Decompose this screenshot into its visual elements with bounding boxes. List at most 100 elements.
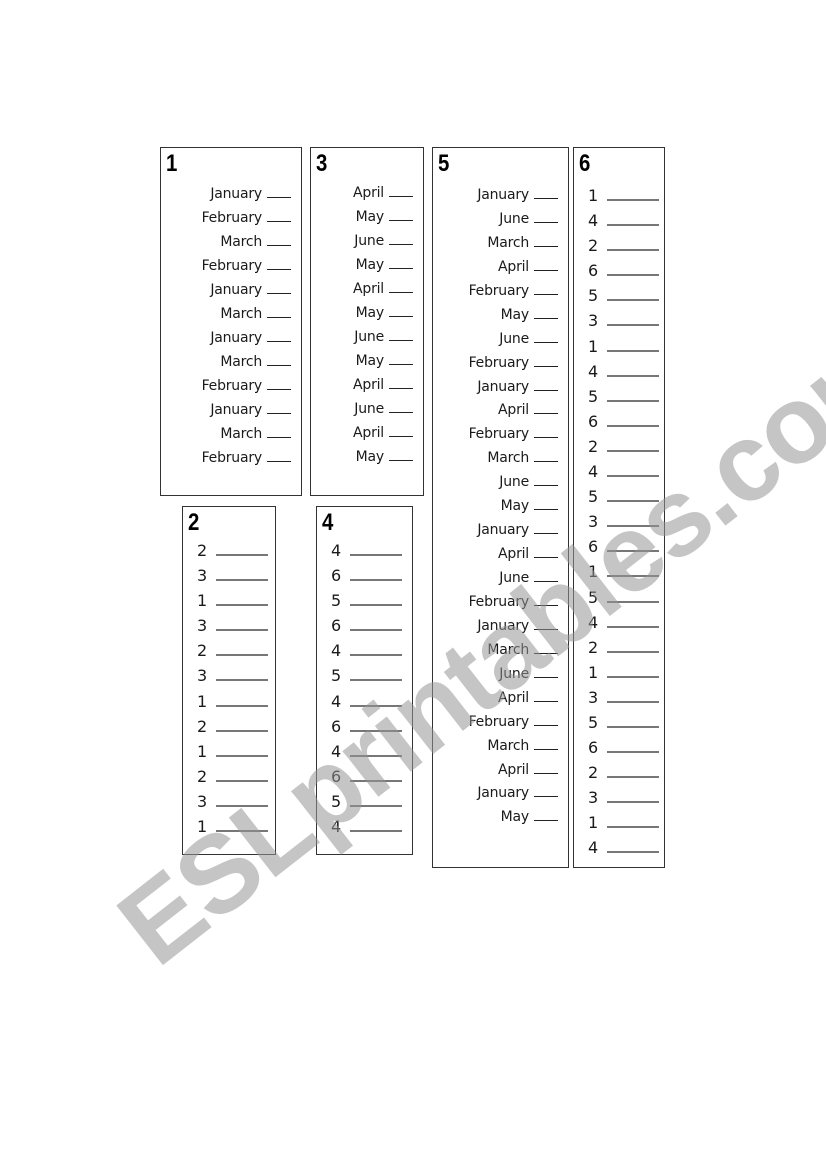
answer-blank[interactable] (607, 374, 660, 377)
answer-blank[interactable] (534, 245, 558, 247)
answer-blank[interactable] (350, 578, 403, 582)
answer-blank[interactable] (534, 652, 558, 654)
answer-blank[interactable] (607, 775, 660, 779)
answer-blank[interactable] (607, 349, 660, 352)
answer-blank[interactable] (267, 220, 291, 222)
answer-blank[interactable] (607, 424, 660, 427)
answer-blank[interactable] (267, 196, 291, 198)
answer-blank[interactable] (534, 604, 558, 606)
answer-blank[interactable] (534, 772, 558, 774)
answer-blank[interactable] (534, 748, 558, 750)
answer-blank[interactable] (350, 704, 403, 707)
answer-blank[interactable] (534, 532, 558, 535)
answer-blank[interactable] (350, 729, 403, 732)
answer-blank[interactable] (607, 675, 660, 678)
answer-blank[interactable] (534, 556, 558, 559)
answer-blank[interactable] (534, 484, 558, 487)
answer-blank[interactable] (607, 499, 660, 503)
answer-blank[interactable] (607, 198, 660, 201)
answer-blank[interactable] (216, 754, 269, 757)
answer-blank[interactable] (534, 580, 558, 582)
answer-blank[interactable] (350, 829, 403, 833)
answer-blank[interactable] (534, 341, 558, 343)
answer-blank[interactable] (350, 603, 403, 607)
answer-blank[interactable] (267, 340, 291, 342)
answer-blank[interactable] (389, 363, 413, 365)
answer-blank[interactable] (267, 244, 291, 246)
answer-blank[interactable] (267, 292, 291, 294)
answer-blank[interactable] (350, 754, 403, 757)
answer-blank[interactable] (350, 628, 403, 632)
answer-blank[interactable] (607, 474, 660, 478)
answer-blank[interactable] (534, 795, 558, 798)
answer-blank[interactable] (389, 387, 413, 389)
answer-blank[interactable] (350, 653, 403, 657)
answer-blank[interactable] (389, 459, 413, 461)
answer-blank[interactable] (389, 195, 413, 197)
answer-blank[interactable] (534, 819, 558, 822)
answer-blank[interactable] (389, 411, 413, 413)
answer-blank[interactable] (389, 339, 413, 341)
answer-blank[interactable] (267, 436, 291, 438)
answer-blank[interactable] (216, 578, 269, 582)
answer-blank[interactable] (534, 436, 558, 439)
answer-blank[interactable] (534, 460, 558, 463)
answer-blank[interactable] (607, 524, 660, 528)
answer-blank[interactable] (534, 221, 558, 223)
answer-blank[interactable] (534, 412, 558, 415)
answer-blank[interactable] (607, 725, 660, 728)
answer-blank[interactable] (267, 316, 291, 318)
answer-blank[interactable] (534, 628, 558, 630)
answer-blank[interactable] (607, 800, 660, 804)
answer-blank[interactable] (607, 625, 660, 628)
answer-blank[interactable] (389, 435, 413, 437)
answer-blank[interactable] (216, 678, 269, 682)
answer-blank[interactable] (534, 700, 558, 702)
answer-blank[interactable] (607, 449, 660, 452)
answer-blank[interactable] (216, 628, 269, 632)
answer-blank[interactable] (607, 223, 660, 227)
answer-blank[interactable] (534, 317, 558, 319)
answer-blank[interactable] (607, 574, 660, 578)
answer-blank[interactable] (607, 323, 660, 327)
answer-blank[interactable] (216, 804, 269, 807)
answer-blank[interactable] (534, 365, 558, 367)
answer-blank[interactable] (607, 700, 660, 703)
answer-blank[interactable] (389, 291, 413, 293)
answer-blank[interactable] (350, 779, 403, 782)
answer-blank[interactable] (534, 508, 558, 511)
answer-blank[interactable] (607, 549, 660, 553)
answer-blank[interactable] (267, 268, 291, 270)
answer-blank[interactable] (607, 650, 660, 653)
answer-blank[interactable] (607, 750, 660, 754)
answer-blank[interactable] (534, 676, 558, 678)
answer-blank[interactable] (216, 729, 269, 732)
answer-blank[interactable] (216, 653, 269, 657)
answer-blank[interactable] (267, 412, 291, 414)
answer-blank[interactable] (350, 678, 403, 682)
answer-blank[interactable] (607, 825, 660, 829)
answer-blank[interactable] (607, 600, 660, 603)
answer-blank[interactable] (607, 273, 660, 277)
answer-blank[interactable] (389, 219, 413, 221)
answer-blank[interactable] (534, 269, 558, 271)
answer-blank[interactable] (350, 553, 403, 556)
answer-blank[interactable] (534, 197, 558, 199)
answer-blank[interactable] (267, 388, 291, 390)
answer-blank[interactable] (534, 724, 558, 726)
answer-blank[interactable] (607, 850, 660, 854)
answer-blank[interactable] (607, 298, 660, 302)
answer-blank[interactable] (607, 399, 660, 402)
answer-blank[interactable] (389, 315, 413, 317)
answer-blank[interactable] (607, 248, 660, 252)
answer-blank[interactable] (216, 779, 269, 782)
answer-blank[interactable] (534, 293, 558, 295)
answer-blank[interactable] (216, 829, 269, 833)
answer-blank[interactable] (534, 389, 558, 391)
answer-blank[interactable] (267, 364, 291, 366)
answer-blank[interactable] (389, 243, 413, 245)
answer-blank[interactable] (216, 603, 269, 607)
answer-blank[interactable] (216, 704, 269, 707)
answer-blank[interactable] (267, 460, 291, 462)
answer-blank[interactable] (216, 553, 269, 556)
